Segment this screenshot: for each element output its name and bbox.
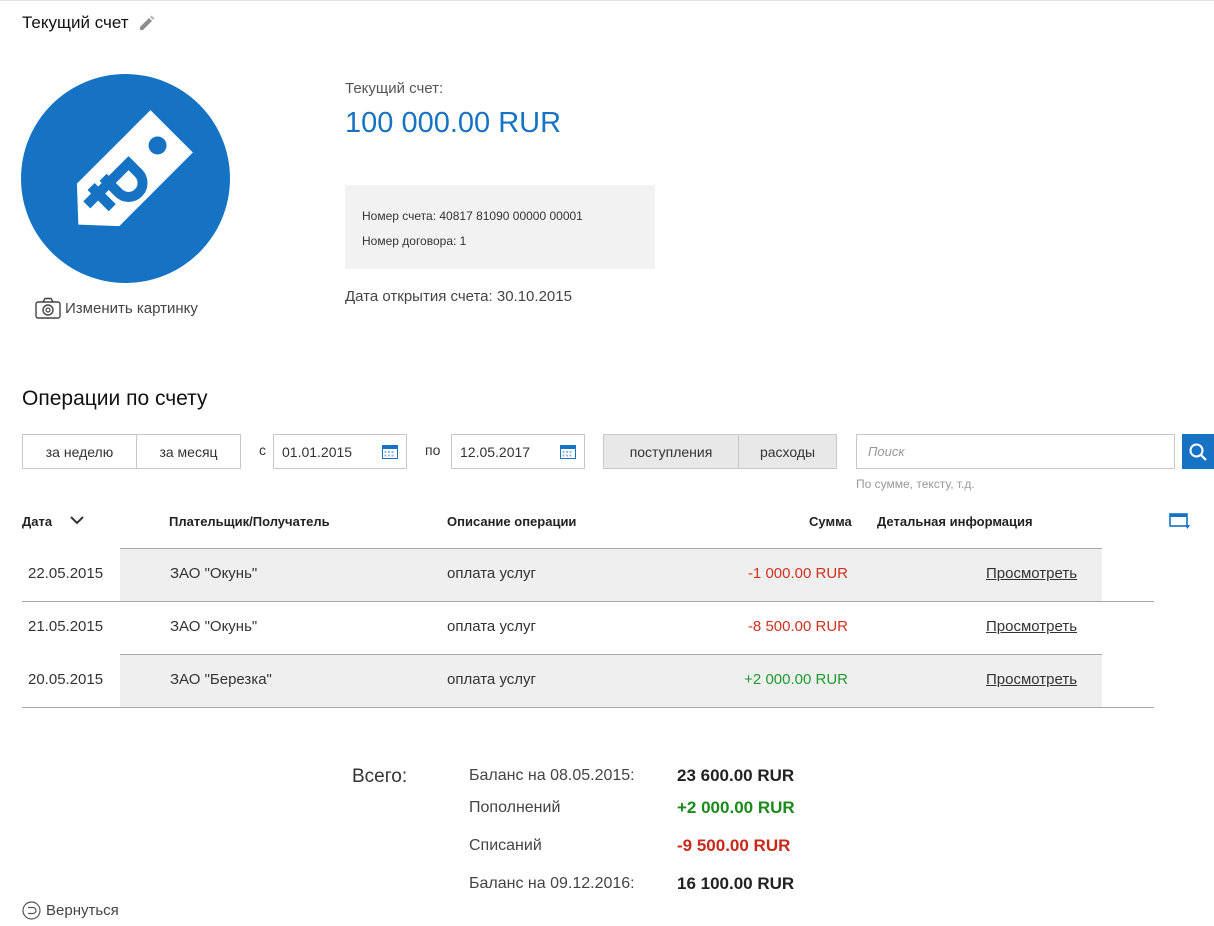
row-party: ЗАО "Окунь" (170, 618, 258, 635)
search-hint: По сумме, тексту, т.д. (856, 477, 975, 491)
balance-label: Текущий счет: (345, 80, 444, 97)
row-date: 20.05.2015 (28, 671, 104, 688)
opening-balance-value: 23 600.00 RUR (677, 766, 795, 785)
column-date[interactable]: Дата (22, 514, 52, 529)
opening-balance-label: Баланс на 08.05.2015: (469, 767, 635, 784)
price-tag-ruble-icon (76, 110, 193, 227)
back-link[interactable]: Вернуться (22, 901, 119, 920)
open-date: Дата открытия счета: 30.10.2015 (345, 288, 572, 305)
table-row: 20.05.2015 ЗАО "Березка" оплата услуг +2… (22, 654, 1154, 707)
search-button[interactable] (1182, 434, 1214, 469)
filter-income-button[interactable]: поступления (603, 434, 739, 469)
change-picture-label: Изменить картинку (65, 299, 198, 317)
expense-label: Списаний (469, 837, 542, 854)
calendar-icon[interactable] (382, 444, 398, 459)
account-page: Текущий счет Изменить картинку Текущий с… (0, 0, 1214, 926)
row-party: ЗАО "Березка" (170, 671, 272, 688)
account-title: Текущий счет (22, 13, 155, 33)
table-row: 22.05.2015 ЗАО "Окунь" оплата услуг -1 0… (22, 548, 1154, 601)
row-details-link[interactable]: Просмотреть (986, 565, 1077, 582)
row-description: оплата услуг (447, 618, 536, 635)
operations-title: Операции по счету (22, 387, 208, 410)
income-label: Пополнений (469, 799, 561, 816)
closing-balance-label: Баланс на 09.12.2016: (469, 875, 635, 892)
table-bottom-divider (22, 707, 1154, 708)
row-details-link[interactable]: Просмотреть (986, 618, 1077, 635)
row-amount: -8 500.00 RUR (747, 618, 848, 635)
search-icon (1189, 443, 1207, 461)
date-from-value: 01.01.2015 (282, 443, 353, 460)
column-settings-icon[interactable] (1169, 513, 1191, 530)
chevron-down-icon[interactable] (69, 513, 85, 527)
calendar-icon[interactable] (560, 444, 576, 459)
account-avatar[interactable] (21, 74, 230, 283)
column-details: Детальная информация (877, 514, 1033, 529)
row-details-link[interactable]: Просмотреть (986, 671, 1077, 688)
to-label: по (425, 442, 441, 458)
from-label: с (259, 442, 266, 458)
column-amount: Сумма (809, 514, 852, 529)
table-row: 21.05.2015 ЗАО "Окунь" оплата услуг -8 5… (22, 601, 1154, 654)
expense-value: -9 500.00 RUR (677, 836, 791, 855)
change-picture-link[interactable]: Изменить картинку (35, 297, 198, 319)
account-title-text: Текущий счет (22, 13, 129, 32)
income-value: +2 000.00 RUR (677, 798, 795, 817)
balance-value: 100 000.00 RUR (345, 107, 562, 139)
filter-month-button[interactable]: за месяц (136, 434, 241, 469)
account-info-box: Номер счета: 40817 81090 00000 00001 Ном… (345, 185, 655, 269)
contract-number: Номер договора: 1 (362, 234, 467, 248)
row-description: оплата услуг (447, 671, 536, 688)
date-to-value: 12.05.2017 (460, 443, 531, 460)
date-from-input[interactable]: 01.01.2015 (273, 434, 407, 469)
closing-balance-value: 16 100.00 RUR (677, 874, 795, 893)
row-description: оплата услуг (447, 565, 536, 582)
column-party: Плательщик/Получатель (169, 514, 330, 529)
filter-week-button[interactable]: за неделю (22, 434, 137, 469)
row-date: 22.05.2015 (28, 565, 104, 582)
back-arrow-icon (22, 901, 41, 920)
totals-label: Всего: (352, 766, 408, 787)
filter-expenses-button[interactable]: расходы (738, 434, 837, 469)
back-label: Вернуться (46, 902, 119, 919)
camera-icon (35, 297, 61, 319)
row-amount: -1 000.00 RUR (747, 565, 848, 582)
row-amount: +2 000.00 RUR (744, 671, 848, 688)
search-input[interactable]: Поиск (856, 434, 1175, 469)
column-description: Описание операции (447, 514, 577, 529)
row-party: ЗАО "Окунь" (170, 565, 258, 582)
row-date: 21.05.2015 (28, 618, 104, 635)
date-to-input[interactable]: 12.05.2017 (451, 434, 585, 469)
account-number: Номер счета: 40817 81090 00000 00001 (362, 209, 583, 223)
pencil-icon[interactable] (137, 14, 155, 32)
